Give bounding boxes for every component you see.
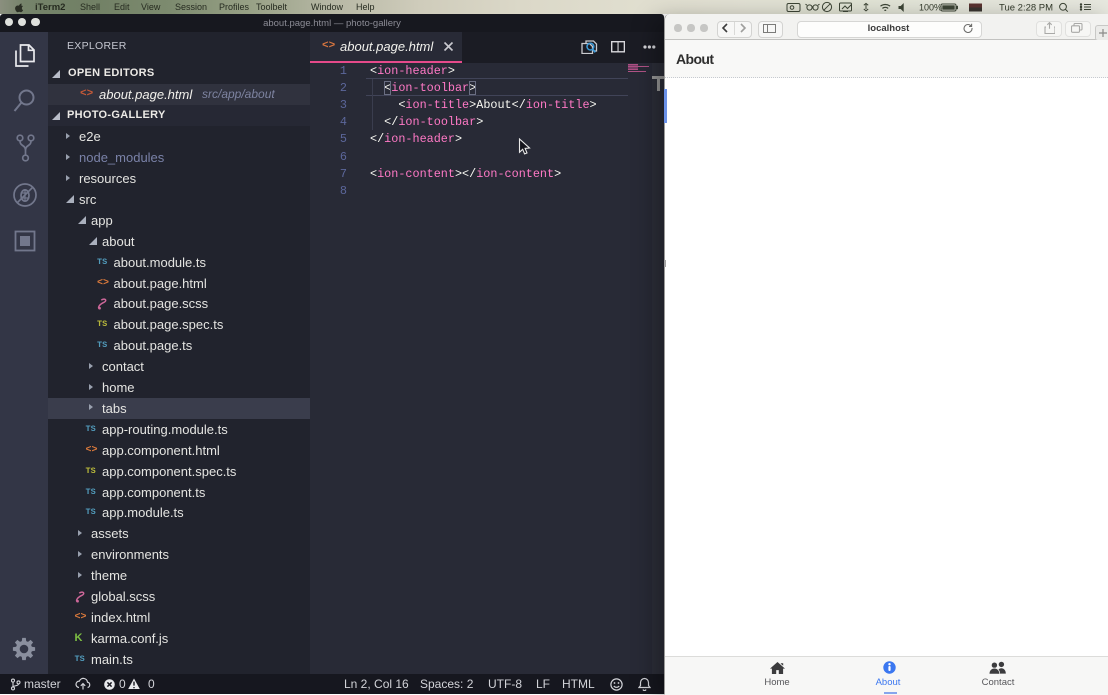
svg-text:Tue 2:28 PM: Tue 2:28 PM (999, 3, 1053, 14)
svg-text:100%: 100% (919, 3, 942, 13)
